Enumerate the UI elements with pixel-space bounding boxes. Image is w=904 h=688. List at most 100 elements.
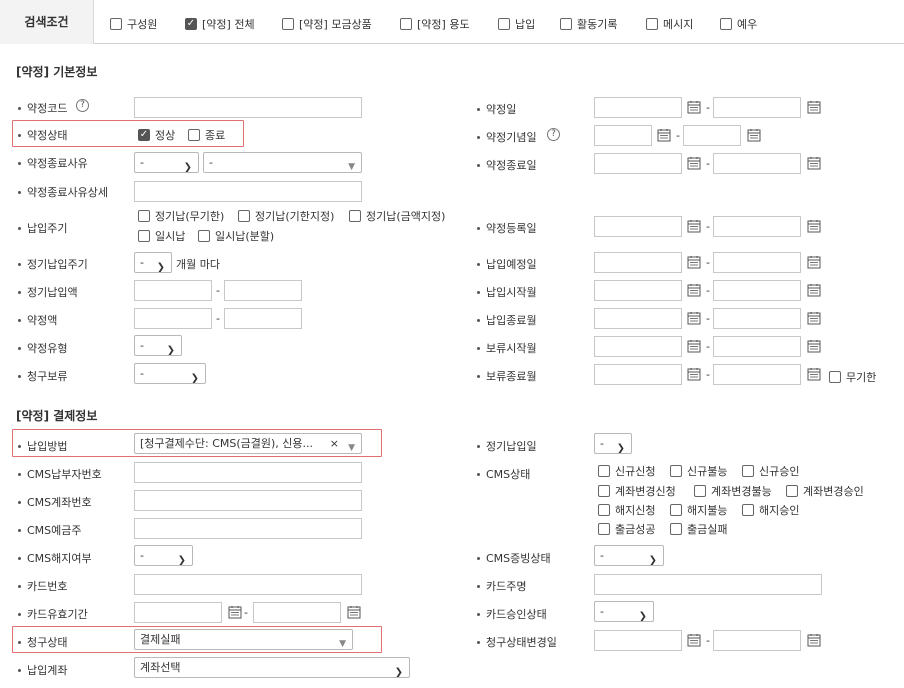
cms-status-option[interactable]: 출금실패	[670, 521, 727, 537]
pledge-date-from-input[interactable]	[594, 97, 682, 118]
pay-due-to-input[interactable]	[713, 252, 801, 273]
calendar-icon[interactable]	[807, 255, 821, 272]
calendar-icon[interactable]	[687, 156, 701, 173]
calendar-icon[interactable]	[807, 219, 821, 236]
checkbox[interactable]	[238, 210, 250, 222]
checkbox[interactable]	[598, 504, 610, 516]
calendar-icon[interactable]	[807, 156, 821, 173]
regular-day-select[interactable]: - ❯	[594, 433, 632, 454]
calendar-icon[interactable]	[807, 100, 821, 117]
cms-status-option[interactable]: 신규불능	[670, 463, 727, 479]
card-exp-from[interactable]	[134, 602, 222, 623]
cycle-option-period[interactable]: 정기납(기한지정)	[238, 208, 334, 224]
calendar-icon[interactable]	[747, 128, 761, 145]
cms-status-option[interactable]: 해지신청	[598, 502, 655, 518]
calendar-icon[interactable]	[687, 219, 701, 236]
filter-option-pledge-usage[interactable]: [약정] 용도	[400, 16, 470, 32]
calendar-icon[interactable]	[687, 255, 701, 272]
checkbox[interactable]	[349, 210, 361, 222]
end-reason-sub-select[interactable]: - ▼	[203, 152, 362, 173]
calendar-icon[interactable]	[687, 283, 701, 300]
anniversary-to-input[interactable]	[683, 125, 741, 146]
checkbox[interactable]	[400, 18, 412, 30]
status-end-option[interactable]: 종료	[188, 127, 225, 143]
hold-start-to-input[interactable]	[713, 336, 801, 357]
checkbox[interactable]	[670, 523, 682, 535]
checkbox-checked[interactable]: ✓	[138, 129, 150, 141]
pay-end-to-input[interactable]	[713, 308, 801, 329]
regular-amount-from[interactable]	[134, 280, 212, 301]
end-reason-detail-input[interactable]	[134, 181, 362, 202]
bill-status-changed-to-input[interactable]	[713, 630, 801, 651]
checkbox[interactable]	[742, 504, 754, 516]
cms-status-option[interactable]: 계좌변경승인	[786, 483, 864, 499]
pay-due-from-input[interactable]	[594, 252, 682, 273]
calendar-icon[interactable]	[807, 367, 821, 384]
cycle-option-lump[interactable]: 일시납	[138, 228, 185, 244]
card-no-input[interactable]	[134, 574, 362, 595]
card-exp-to[interactable]	[253, 602, 341, 623]
end-reason-select[interactable]: - ❯	[134, 152, 199, 173]
anniversary-from-input[interactable]	[594, 125, 652, 146]
calendar-icon[interactable]	[807, 283, 821, 300]
checkbox[interactable]	[560, 18, 572, 30]
calendar-icon[interactable]	[687, 339, 701, 356]
pledge-amount-from[interactable]	[134, 308, 212, 329]
cms-status-option[interactable]: 계좌변경불능	[694, 483, 772, 499]
cms-status-option[interactable]: 계좌변경신청	[598, 483, 676, 499]
pledge-type-select[interactable]: - ❯	[134, 335, 182, 356]
status-normal-option[interactable]: ✓ 정상	[138, 127, 175, 143]
regular-cycle-select[interactable]: - ❯	[134, 252, 172, 273]
calendar-icon[interactable]	[807, 339, 821, 356]
checkbox[interactable]	[198, 230, 210, 242]
cycle-option-amount[interactable]: 정기납(금액지정)	[349, 208, 445, 224]
cms-status-option[interactable]: 해지승인	[742, 502, 799, 518]
help-icon[interactable]: ?	[76, 99, 89, 112]
calendar-icon[interactable]	[657, 128, 671, 145]
calendar-icon[interactable]	[807, 311, 821, 328]
cms-status-option[interactable]: 출금성공	[598, 521, 655, 537]
hold-end-to-input[interactable]	[713, 364, 801, 385]
checkbox[interactable]	[646, 18, 658, 30]
checkbox[interactable]	[498, 18, 510, 30]
reg-date-to-input[interactable]	[713, 216, 801, 237]
calendar-icon[interactable]	[687, 311, 701, 328]
checkbox[interactable]	[598, 465, 610, 477]
calendar-icon[interactable]	[687, 633, 701, 650]
checkbox[interactable]	[670, 504, 682, 516]
hold-start-from-input[interactable]	[594, 336, 682, 357]
cms-status-option[interactable]: 신규승인	[742, 463, 799, 479]
pledge-date-to-input[interactable]	[713, 97, 801, 118]
hold-end-from-input[interactable]	[594, 364, 682, 385]
filter-option-pledge-product[interactable]: [약정] 모금상품	[282, 16, 372, 32]
checkbox[interactable]	[720, 18, 732, 30]
pay-end-from-input[interactable]	[594, 308, 682, 329]
checkbox[interactable]	[138, 230, 150, 242]
calendar-icon[interactable]	[687, 367, 701, 384]
pay-start-from-input[interactable]	[594, 280, 682, 301]
cms-account-input[interactable]	[134, 490, 362, 511]
filter-option-activity[interactable]: 활동기록	[560, 16, 617, 32]
filter-option-message[interactable]: 메시지	[646, 16, 693, 32]
checkbox-checked[interactable]: ✓	[185, 18, 197, 30]
pledge-amount-to[interactable]	[224, 308, 302, 329]
card-holder-input[interactable]	[594, 574, 822, 595]
pledge-code-input[interactable]	[134, 97, 362, 118]
help-icon[interactable]: ?	[547, 128, 560, 141]
filter-option-member[interactable]: 구성원	[110, 16, 157, 32]
clear-icon[interactable]: ×	[330, 434, 339, 453]
pay-account-select[interactable]: 계좌선택 ❯	[134, 657, 410, 678]
calendar-icon[interactable]	[807, 633, 821, 650]
checkbox[interactable]	[282, 18, 294, 30]
cms-status-option[interactable]: 신규신청	[598, 463, 655, 479]
checkbox[interactable]	[138, 210, 150, 222]
end-date-to-input[interactable]	[713, 153, 801, 174]
calendar-icon[interactable]	[347, 605, 361, 622]
end-date-from-input[interactable]	[594, 153, 682, 174]
cms-status-option[interactable]: 해지불능	[670, 502, 727, 518]
regular-amount-to[interactable]	[224, 280, 302, 301]
checkbox[interactable]	[598, 485, 610, 497]
checkbox[interactable]	[598, 523, 610, 535]
pay-start-to-input[interactable]	[713, 280, 801, 301]
pay-method-select[interactable]: [청구결제수단: CMS(금결원), 신용... × ▼	[134, 433, 362, 454]
